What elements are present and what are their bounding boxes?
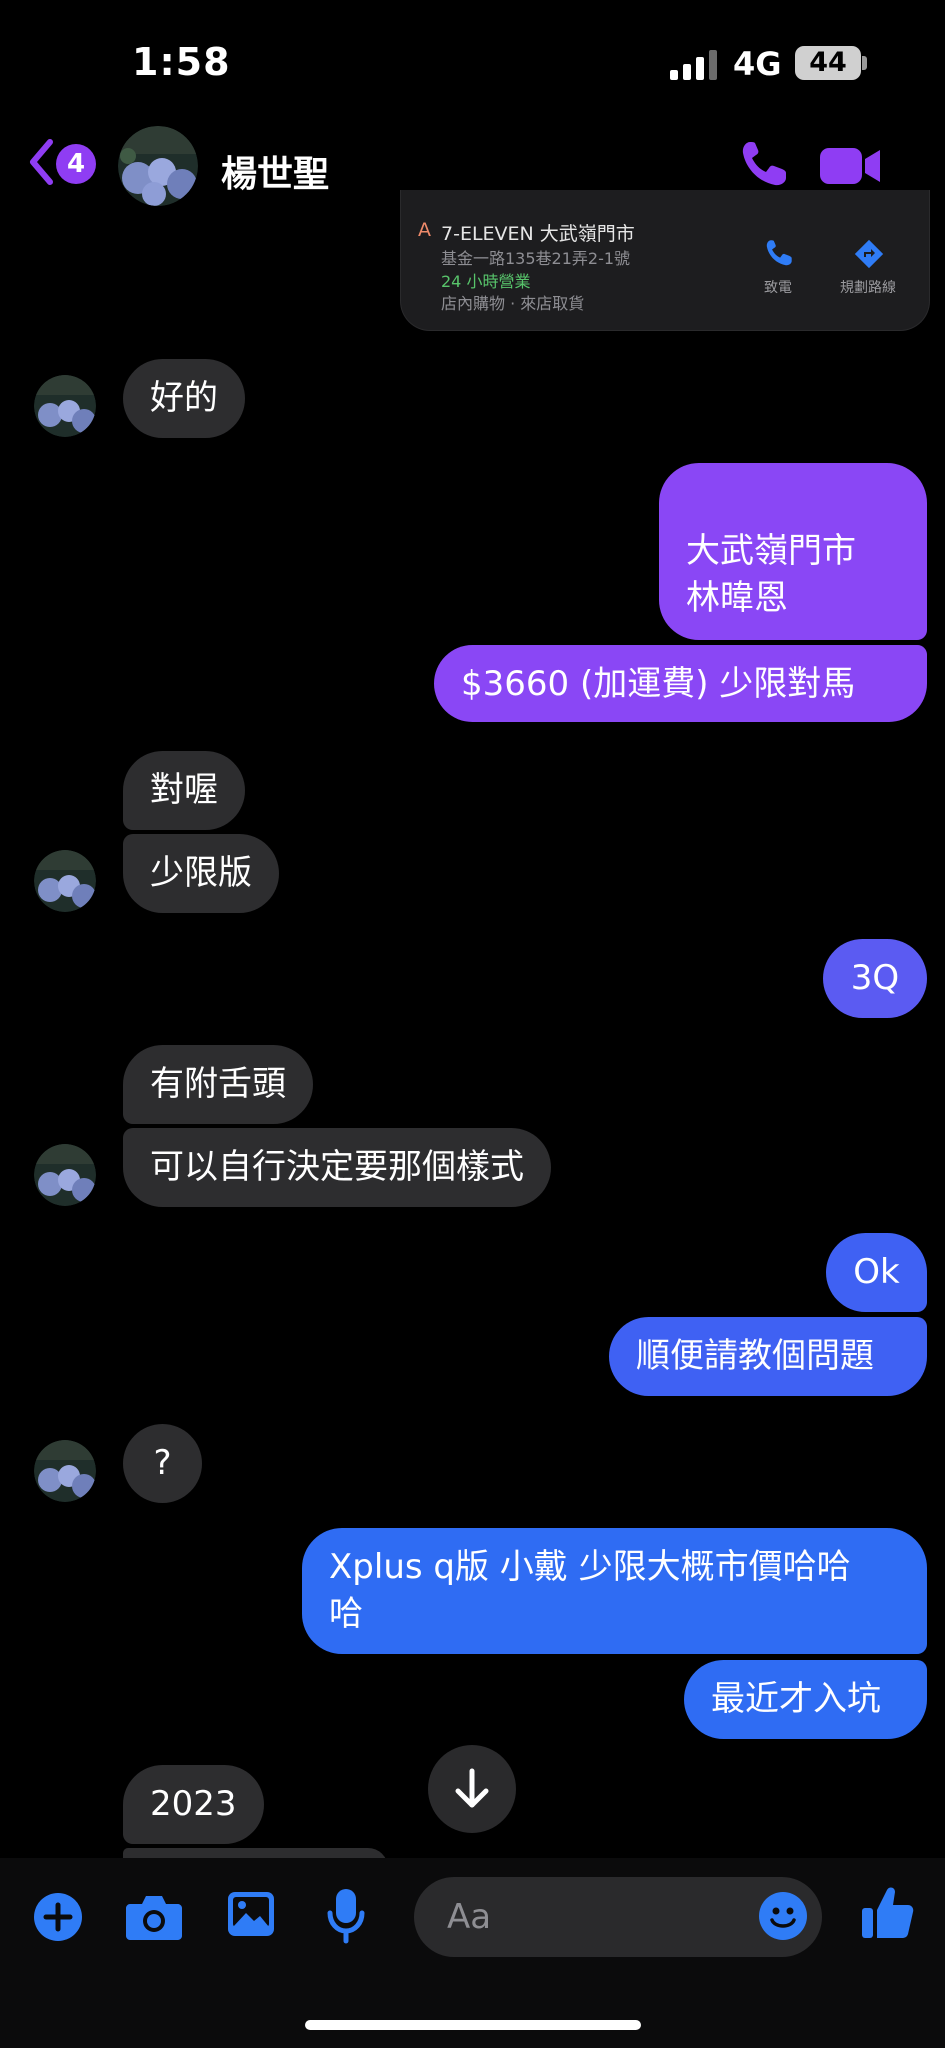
message-bubble-outgoing[interactable]: 順便請教個問題	[609, 1317, 927, 1396]
status-time: 1:58	[132, 40, 231, 84]
thumbs-up-icon[interactable]	[862, 1884, 914, 1940]
message-bubble-incoming[interactable]: ?	[123, 1424, 202, 1503]
unread-badge[interactable]: 4	[56, 144, 96, 184]
microphone-icon[interactable]	[326, 1887, 366, 1945]
image-icon[interactable]	[226, 1890, 276, 1938]
battery-icon	[862, 56, 867, 70]
location-address: 基金一路135巷21弄2-1號	[441, 249, 631, 268]
location-services: 店內購物 · 來店取貨	[441, 294, 585, 313]
message-bubble-outgoing[interactable]: $3660 (加運費) 少限對馬	[434, 645, 927, 722]
map-marker-label: A	[418, 219, 431, 241]
sender-avatar[interactable]	[34, 375, 96, 437]
plus-icon[interactable]	[33, 1892, 83, 1942]
back-chevron-icon[interactable]	[28, 138, 54, 186]
message-text: 大武嶺門市 林暐恩	[686, 531, 856, 618]
message-bubble-incoming[interactable]: 2023	[123, 1765, 264, 1844]
message-bubble-outgoing[interactable]: Xplus q版 小戴 少限大概市價哈哈 哈	[302, 1528, 927, 1654]
contact-name[interactable]: 楊世聖	[221, 145, 329, 197]
video-camera-icon[interactable]	[820, 145, 882, 187]
call-button[interactable]: 致電	[764, 277, 792, 297]
scroll-to-bottom-button[interactable]	[428, 1745, 516, 1833]
sender-avatar[interactable]	[34, 1144, 96, 1206]
location-title: 7-ELEVEN 大武嶺門市	[441, 223, 635, 245]
message-bubble-incoming[interactable]: 有附舌頭	[123, 1045, 313, 1124]
signal-icon	[670, 50, 717, 80]
message-bubble-outgoing[interactable]: 3Q	[823, 939, 927, 1018]
message-bubble-incoming[interactable]: 少限版	[123, 834, 279, 913]
message-bubble-outgoing[interactable]: 最近才入坑	[684, 1660, 927, 1739]
contact-avatar[interactable]	[118, 126, 198, 206]
location-hours: 24 小時營業	[441, 272, 531, 291]
message-bubble-incoming[interactable]: 對喔	[123, 751, 245, 830]
camera-icon[interactable]	[126, 1892, 182, 1940]
message-bubble-outgoing[interactable]: Ok	[826, 1233, 927, 1312]
directions-icon[interactable]	[853, 238, 885, 270]
directions-button[interactable]: 規劃路線	[840, 277, 896, 297]
message-input-placeholder: Aa	[447, 1897, 492, 1937]
message-bubble-outgoing[interactable]: 大武嶺門市 林暐恩 0917154651	[659, 463, 927, 712]
phone-icon[interactable]	[738, 138, 790, 190]
message-bubble-incoming[interactable]: 可以自行決定要那個樣式	[123, 1128, 551, 1207]
home-indicator	[305, 2020, 641, 2030]
emoji-icon[interactable]	[758, 1891, 808, 1941]
battery-level: 44	[795, 46, 861, 80]
sender-avatar[interactable]	[34, 850, 96, 912]
sender-avatar[interactable]	[34, 1440, 96, 1502]
arrow-down-icon	[455, 1768, 489, 1808]
call-icon[interactable]	[764, 238, 794, 268]
message-bubble-incoming[interactable]: 好的	[123, 359, 245, 438]
network-type: 4G	[733, 45, 782, 83]
